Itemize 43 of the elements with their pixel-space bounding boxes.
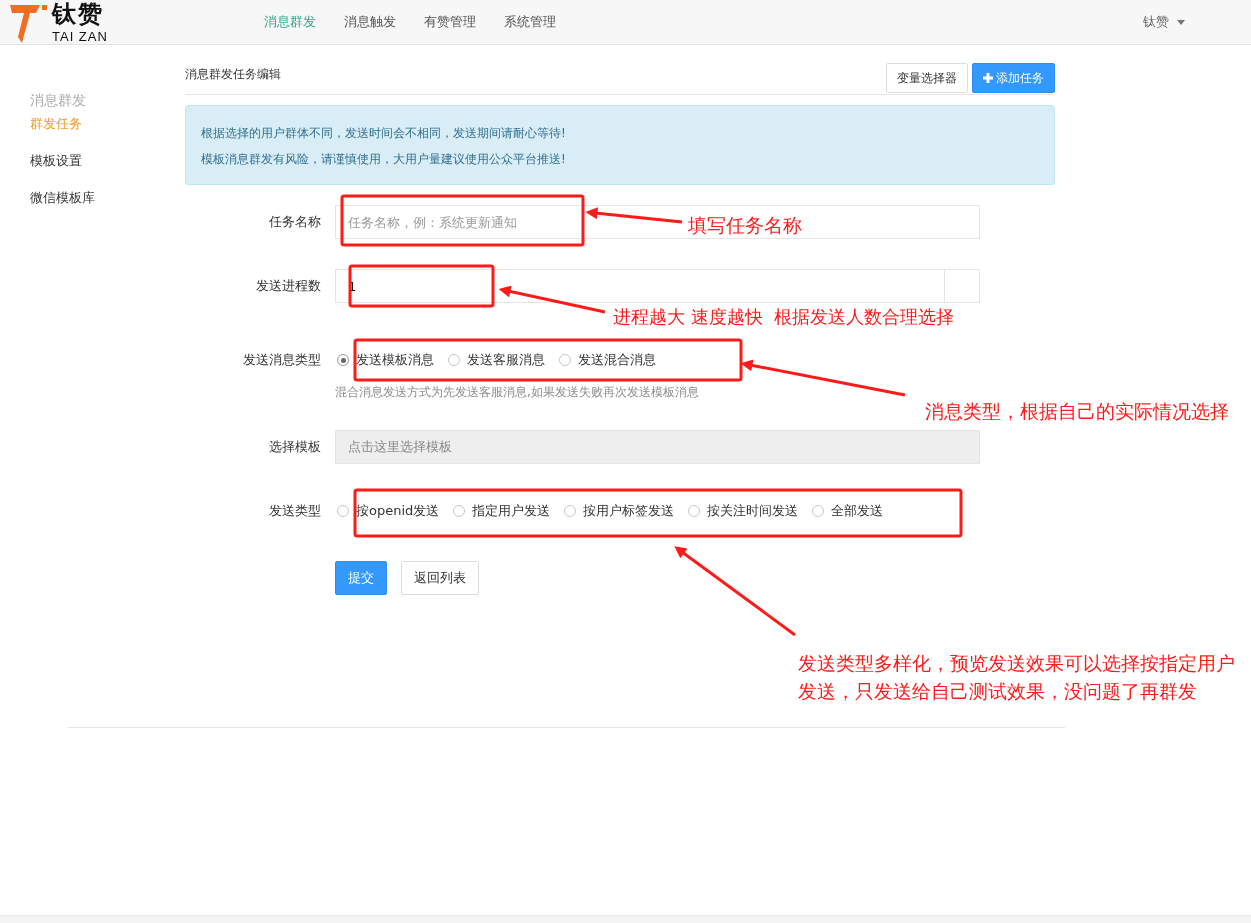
annotation-note: 发送类型多样化，预览发送效果可以选择按指定用户发送，只发送给自己测试效果，没问题了再群发 (798, 651, 1236, 704)
logo-name: 钛赞 (52, 1, 105, 27)
back-button[interactable]: 返回列表 (401, 561, 479, 595)
nav-tab[interactable]: 系统管理 (490, 0, 570, 44)
annotation-note: 进程越大 速度越快 根据发送人数合理选择 (613, 305, 955, 329)
radio-option[interactable]: 全部发送 (812, 502, 884, 520)
help-text: 混合消息发送方式为先发送客服消息,如果发送失败再次发送模板消息 (335, 384, 700, 401)
nav-tab[interactable]: 有赞管理 (410, 0, 490, 44)
alert-text: 模板消息群发有风险，请谨慎使用，大用户量建议使用公众平台推送! (201, 151, 567, 168)
variable-selector-button[interactable]: 变量选择器 (886, 63, 968, 93)
radio-option[interactable]: 按openid发送 (337, 502, 440, 520)
field-label: 发送进程数 (255, 277, 321, 295)
radio-button-icon[interactable] (812, 505, 825, 517)
radio-button-icon[interactable] (448, 354, 460, 366)
radio-option[interactable]: 指定用户发送 (453, 502, 551, 520)
alert-text: 根据选择的用户群体不同，发送时间会不相同，发送期间请耐心等待! (201, 125, 567, 142)
radio-button-icon[interactable] (564, 505, 577, 517)
plus-icon (983, 73, 993, 83)
radio-option[interactable]: 按关注时间发送 (688, 502, 799, 520)
radio-option[interactable]: 发送客服消息 (448, 351, 545, 369)
number-spinner[interactable] (945, 269, 980, 303)
radio-option[interactable]: 发送模板消息 (337, 351, 434, 369)
radio-button-icon[interactable] (559, 354, 571, 366)
radio-button-icon[interactable] (453, 505, 466, 517)
radio-button-icon[interactable] (337, 505, 349, 517)
radio-option[interactable]: 发送混合消息 (559, 351, 656, 369)
field-label: 发送消息类型 (242, 351, 321, 369)
sidebar-heading: 消息群发 (30, 92, 87, 110)
annotation-note: 消息类型，根据自己的实际情况选择 (925, 399, 1230, 424)
user-menu[interactable]: 钛赞 (1143, 13, 1169, 31)
logo-subtitle: TAI ZAN (52, 30, 108, 43)
sidebar-item[interactable]: 微信模板库 (30, 190, 185, 227)
field-label: 发送类型 (268, 502, 321, 520)
field-label: 选择模板 (268, 438, 321, 456)
caret-icon[interactable] (1177, 19, 1185, 25)
nav-tab[interactable]: 消息触发 (330, 0, 410, 44)
radio-button-icon[interactable] (337, 354, 349, 366)
radio-option[interactable]: 按用户标签发送 (564, 502, 675, 520)
sidebar-item[interactable]: 模板设置 (30, 153, 185, 190)
annotation-note: 填写任务名称 (688, 213, 802, 238)
field-label: 任务名称 (268, 213, 321, 231)
radio-button-icon[interactable] (688, 505, 701, 517)
page-title: 消息群发任务编辑 (185, 66, 281, 83)
